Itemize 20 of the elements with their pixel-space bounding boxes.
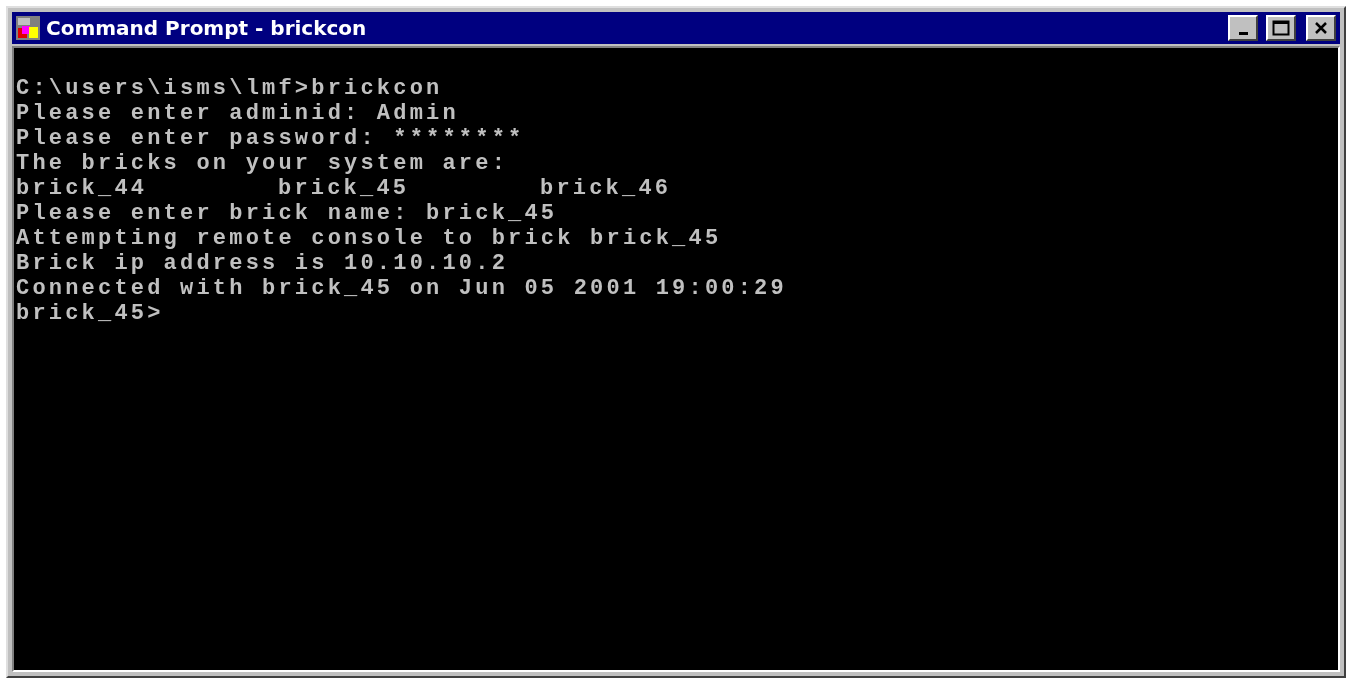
window-title: Command Prompt - brickcon xyxy=(46,16,368,40)
console-line: Please enter brick name: brick_45 xyxy=(16,201,558,226)
console-line: Connected with brick_45 on Jun 05 2001 19:00:29 xyxy=(16,276,787,301)
console-line: brick_45> xyxy=(16,301,164,326)
console-line: The bricks on your system are: xyxy=(16,151,509,176)
console-column-entry: brick_46 xyxy=(540,176,673,201)
maximize-icon xyxy=(1272,20,1290,36)
minimize-icon xyxy=(1238,31,1248,35)
console-column-entry: brick_45 xyxy=(278,176,411,201)
minimize-button[interactable] xyxy=(1228,15,1258,41)
maximize-button[interactable] xyxy=(1266,15,1296,41)
close-button[interactable] xyxy=(1306,15,1336,41)
console-line: Please enter adminid: Admin xyxy=(16,101,459,126)
console-line: Attempting remote console to brick brick_45 xyxy=(16,226,722,251)
console-line: Brick ip address is 10.10.10.2 xyxy=(16,251,509,276)
console-line: C:\users\isms\lmf>brickcon xyxy=(16,76,443,101)
console-line: Please enter password: ******** xyxy=(16,126,525,151)
ms-dos-icon xyxy=(16,16,40,40)
close-icon xyxy=(1314,21,1328,35)
console-column-entry: brick_44 xyxy=(16,176,149,201)
